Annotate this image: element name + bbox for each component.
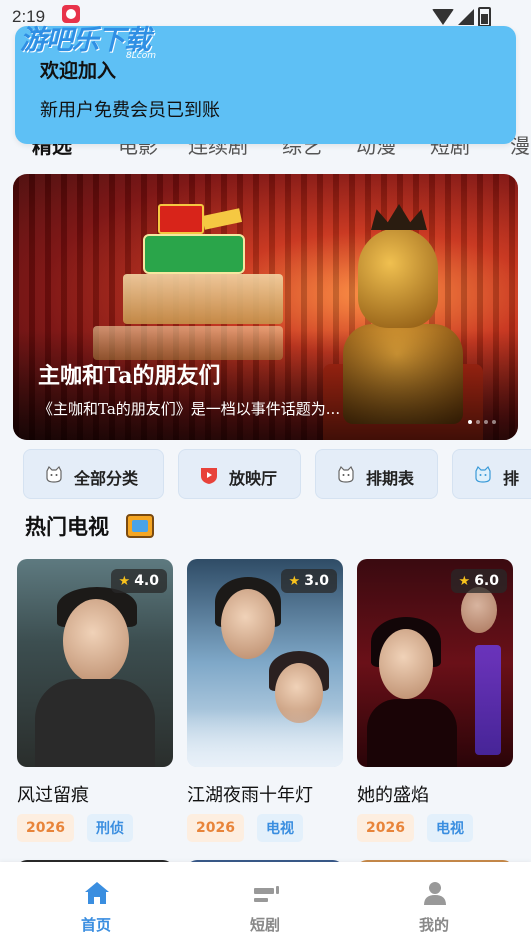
toast-title: 欢迎加入 [40,60,117,82]
cat-face-icon [46,465,62,483]
show-poster[interactable]: ★ 4.0 [17,559,173,767]
status-indicators [432,7,491,27]
toast-message: 新用户免费会员已到账 [40,100,220,121]
banner-title: 主咖和Ta的朋友们 [38,363,221,389]
nav-short-drama[interactable]: 短剧 [205,862,325,945]
banner-carousel[interactable]: 主咖和Ta的朋友们 《主咖和Ta的朋友们》是一档以事件话题为... [13,174,518,440]
rating-badge: ★ 6.0 [450,569,507,593]
nav-home-label: 首页 [80,916,111,934]
battery-icon [478,7,491,27]
sponsor-badge [143,234,245,274]
screening-hall-button[interactable]: 放映厅 [178,449,301,499]
year-tag: 2026 [17,814,74,842]
rating-badge: ★ 4.0 [110,569,167,593]
star-icon: ★ [288,573,301,589]
show-title[interactable]: 江湖夜雨十年灯 [187,781,313,807]
screening-hall-label: 放映厅 [229,469,278,488]
all-categories-label: 全部分类 [74,469,139,488]
profile-icon [424,882,446,905]
sponsor-logo [158,204,204,234]
poster-art [187,709,343,767]
show-poster[interactable]: ★ 6.0 [357,559,513,767]
poster-title-art [475,645,501,755]
year-tag: 2026 [187,814,244,842]
quick-category-row: 全部分类 放映厅 排期表 排 [0,449,531,501]
carousel-dot [492,420,496,424]
poster-art [63,599,129,683]
short-drama-icon [254,886,279,902]
genre-tag: 电视 [257,814,303,842]
star-icon: ★ [118,573,131,589]
ranking-button[interactable]: 排 [452,449,531,499]
show-title[interactable]: 她的盛焰 [357,781,429,807]
play-shield-icon [201,468,217,484]
rating-value: 4.0 [134,573,159,589]
rating-badge: ★ 3.0 [280,569,337,593]
signal-icon [458,9,474,25]
poster-art [461,587,497,633]
poster-art [221,589,275,659]
poster-art [35,679,155,767]
nav-profile-label: 我的 [418,916,449,934]
cat-face-icon [475,465,491,483]
all-categories-button[interactable]: 全部分类 [23,449,164,499]
show-poster[interactable]: ★ 3.0 [187,559,343,767]
home-icon [85,882,109,904]
nav-home[interactable]: 首页 [36,862,156,945]
star-icon: ★ [458,573,471,589]
schedule-button[interactable]: 排期表 [315,449,438,499]
nav-short-drama-label: 短剧 [249,916,280,934]
poster-art [367,699,457,767]
section-title-hot-tv: 热门电视 [25,514,109,539]
site-watermark-sub: 8Lcom [126,51,156,61]
carousel-dot [484,420,488,424]
bottom-nav: 首页 短剧 我的 [0,862,531,945]
rating-value: 6.0 [474,573,499,589]
year-tag: 2026 [357,814,414,842]
tv-icon [126,514,154,538]
show-logo-art [123,274,283,324]
carousel-dot [468,420,472,424]
nav-profile[interactable]: 我的 [374,862,494,945]
cat-face-icon [338,465,354,483]
genre-tag: 电视 [427,814,473,842]
mascot-head-art [358,228,438,328]
show-title[interactable]: 风过留痕 [17,781,89,807]
wifi-icon [432,9,454,25]
rating-value: 3.0 [304,573,329,589]
genre-tag: 刑侦 [87,814,133,842]
poster-art [379,629,433,699]
schedule-label: 排期表 [366,469,415,488]
carousel-dot [476,420,480,424]
carousel-indicator [468,420,496,424]
banner-description: 《主咖和Ta的朋友们》是一档以事件话题为... [38,400,341,418]
ranking-label: 排 [503,469,520,488]
